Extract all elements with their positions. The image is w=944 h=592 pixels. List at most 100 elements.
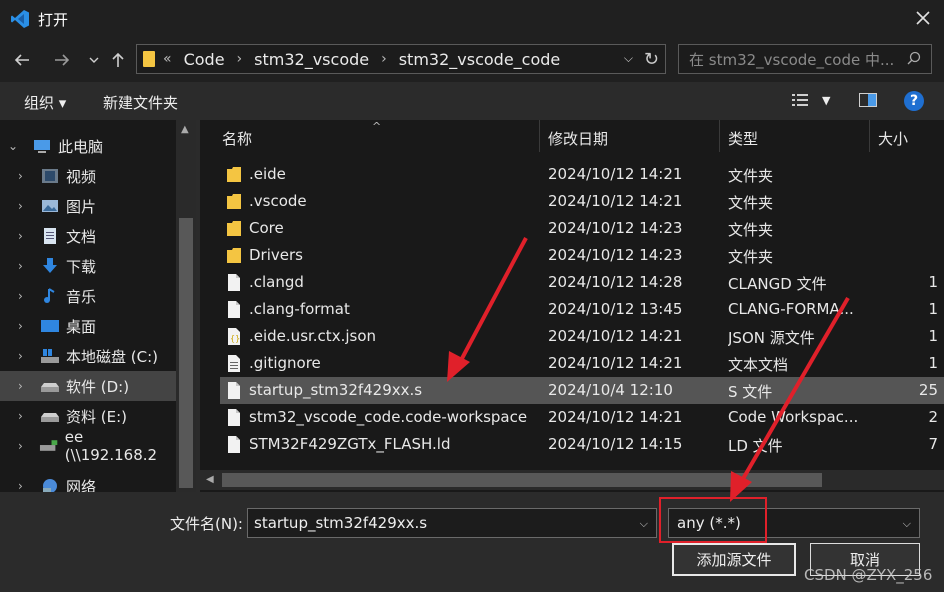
chevron-right-icon[interactable]: ›	[18, 439, 31, 453]
breadcrumb-separator-icon[interactable]: ›	[381, 51, 387, 67]
file-row[interactable]: .gitignore 2024/10/12 14:21 文本文档 1	[220, 350, 944, 377]
recent-locations-chevron-icon[interactable]	[82, 48, 106, 72]
sidebar-item-drive-d[interactable]: › 软件 (D:)	[0, 371, 176, 401]
search-input[interactable]: 在 stm32_vscode_code 中...	[678, 44, 932, 74]
sidebar-item-label: 图片	[66, 197, 97, 216]
desktop-icon	[41, 320, 59, 332]
column-divider[interactable]	[539, 120, 540, 152]
file-modified: 2024/10/12 14:23	[548, 246, 683, 264]
filename-input[interactable]: startup_stm32f429xx.s ⌵	[247, 508, 657, 538]
horizontal-scroll-thumb[interactable]	[222, 473, 822, 487]
chevron-right-icon[interactable]: ›	[18, 259, 32, 273]
file-icon	[227, 274, 241, 291]
add-source-file-button[interactable]: 添加源文件	[672, 543, 796, 576]
chevron-down-icon[interactable]: ⌵	[903, 517, 911, 531]
file-row[interactable]: startup_stm32f429xx.s 2024/10/4 12:10 S 文件…	[220, 377, 944, 404]
sort-ascending-icon: ^	[372, 120, 382, 133]
chevron-right-icon[interactable]: ›	[18, 319, 32, 333]
horizontal-scrollbar[interactable]: ◀	[200, 470, 944, 490]
sidebar-item-this-pc[interactable]: ⌄ 此电脑	[0, 131, 176, 161]
address-bar[interactable]: « Code › stm32_vscode › stm32_vscode_cod…	[136, 44, 666, 74]
sidebar-item-videos[interactable]: › 视频	[0, 161, 176, 191]
overflow-icon[interactable]: «	[163, 51, 172, 67]
file-row[interactable]: .clangd 2024/10/12 14:28 CLANGD 文件 1	[220, 269, 944, 296]
sidebar-item-network[interactable]: › 网络	[0, 471, 176, 492]
refresh-icon[interactable]: ↻	[644, 49, 659, 70]
organize-menu[interactable]: 组织 ▾	[24, 92, 66, 113]
file-name: .eide.usr.ctx.json	[249, 327, 377, 345]
address-dropdown-icon[interactable]: ⌵	[624, 51, 633, 66]
forward-icon[interactable]	[50, 48, 74, 72]
music-icon	[44, 288, 55, 303]
chevron-down-icon[interactable]: ⌄	[8, 139, 22, 153]
view-options-chevron-icon[interactable]: ▼	[822, 94, 830, 107]
file-row[interactable]: stm32_vscode_code.code-workspace 2024/10/…	[220, 404, 944, 431]
scroll-left-icon[interactable]: ◀	[206, 474, 214, 485]
sidebar-item-downloads[interactable]: › 下载	[0, 251, 176, 281]
sidebar-item-desktop[interactable]: › 桌面	[0, 311, 176, 341]
file-modified: 2024/10/4 12:10	[548, 381, 673, 399]
sidebar-item-network-drive[interactable]: › ee (\\192.168.2	[0, 428, 176, 464]
json-file-icon: {}	[227, 328, 241, 345]
view-list-icon[interactable]	[790, 90, 810, 110]
search-placeholder: 在 stm32_vscode_code 中...	[689, 50, 895, 69]
breadcrumb-code[interactable]: Code	[184, 50, 225, 69]
file-type: 文件夹	[728, 167, 774, 185]
breadcrumb-separator-icon[interactable]: ›	[237, 51, 243, 67]
column-divider[interactable]	[869, 120, 870, 152]
sidebar-item-music[interactable]: › 音乐	[0, 281, 176, 311]
file-row[interactable]: Drivers 2024/10/12 14:23 文件夹	[220, 242, 944, 269]
file-row[interactable]: .eide 2024/10/12 14:21 文件夹	[220, 161, 944, 188]
sidebar-item-documents[interactable]: › 文档	[0, 221, 176, 251]
chevron-right-icon[interactable]: ›	[18, 289, 32, 303]
text-file-icon	[227, 355, 241, 372]
chevron-right-icon[interactable]: ›	[18, 199, 32, 213]
file-row[interactable]: Core 2024/10/12 14:23 文件夹	[220, 215, 944, 242]
navigation-pane: ⌄ 此电脑 › 视频 › 图片 › 文档 › 下载 › 音乐 › 桌面 › 本地…	[0, 120, 196, 492]
close-icon[interactable]	[914, 9, 932, 27]
file-row[interactable]: STM32F429ZGTx_FLASH.ld 2024/10/12 14:15 LD…	[220, 431, 944, 458]
file-row[interactable]: .clang-format 2024/10/12 13:45 CLANG-FORMA…	[220, 296, 944, 323]
file-row[interactable]: {} .eide.usr.ctx.json 2024/10/12 14:21 JSON…	[220, 323, 944, 350]
file-icon	[227, 409, 241, 426]
chevron-right-icon[interactable]: ›	[18, 379, 32, 393]
up-icon[interactable]	[106, 48, 130, 72]
column-header-type[interactable]: 类型	[728, 128, 758, 149]
file-size: 25	[918, 381, 938, 399]
scroll-up-icon[interactable]: ▲	[181, 124, 189, 135]
column-header-name[interactable]: 名称	[222, 128, 252, 149]
folder-icon	[227, 166, 241, 183]
new-folder-button[interactable]: 新建文件夹	[103, 92, 178, 113]
chevron-right-icon[interactable]: ›	[18, 409, 32, 423]
vscode-icon	[11, 10, 29, 28]
sidebar-item-drive-c[interactable]: › 本地磁盘 (C:)	[0, 341, 176, 371]
column-divider[interactable]	[719, 120, 720, 152]
folder-icon	[227, 247, 241, 264]
chevron-right-icon[interactable]: ›	[18, 169, 32, 183]
chevron-right-icon[interactable]: ›	[18, 479, 32, 492]
sidebar-scrollbar[interactable]: ▲	[176, 120, 196, 492]
file-name: .eide	[249, 165, 286, 183]
sidebar-scroll-thumb[interactable]	[179, 218, 193, 488]
sidebar-item-pictures[interactable]: › 图片	[0, 191, 176, 221]
file-name: .gitignore	[249, 354, 321, 372]
breadcrumb-stm32-vscode-code[interactable]: stm32_vscode_code	[399, 50, 561, 69]
breadcrumb-stm32-vscode[interactable]: stm32_vscode	[254, 50, 369, 69]
preview-pane-icon[interactable]	[858, 90, 878, 110]
file-row[interactable]: .vscode 2024/10/12 14:21 文件夹	[220, 188, 944, 215]
sidebar-item-drive-e[interactable]: › 资料 (E:)	[0, 401, 176, 431]
file-list: ^ 名称 修改日期 类型 大小 .eide 2024/10/12 14:21 文件夹…	[200, 120, 944, 492]
file-size: 1	[928, 273, 938, 291]
window-title: 打开	[38, 10, 69, 29]
sidebar-item-label: 音乐	[66, 287, 97, 306]
column-header-modified[interactable]: 修改日期	[548, 128, 608, 149]
chevron-right-icon[interactable]: ›	[18, 349, 32, 363]
chevron-right-icon[interactable]: ›	[18, 229, 32, 243]
file-type: LD 文件	[728, 437, 783, 455]
help-icon[interactable]: ?	[904, 91, 924, 111]
download-icon	[43, 258, 57, 273]
chevron-down-icon[interactable]: ⌵	[640, 517, 648, 531]
back-icon[interactable]	[10, 48, 34, 72]
sidebar-item-label: ee (\\192.168.2	[64, 428, 158, 464]
column-header-size[interactable]: 大小	[878, 128, 908, 149]
